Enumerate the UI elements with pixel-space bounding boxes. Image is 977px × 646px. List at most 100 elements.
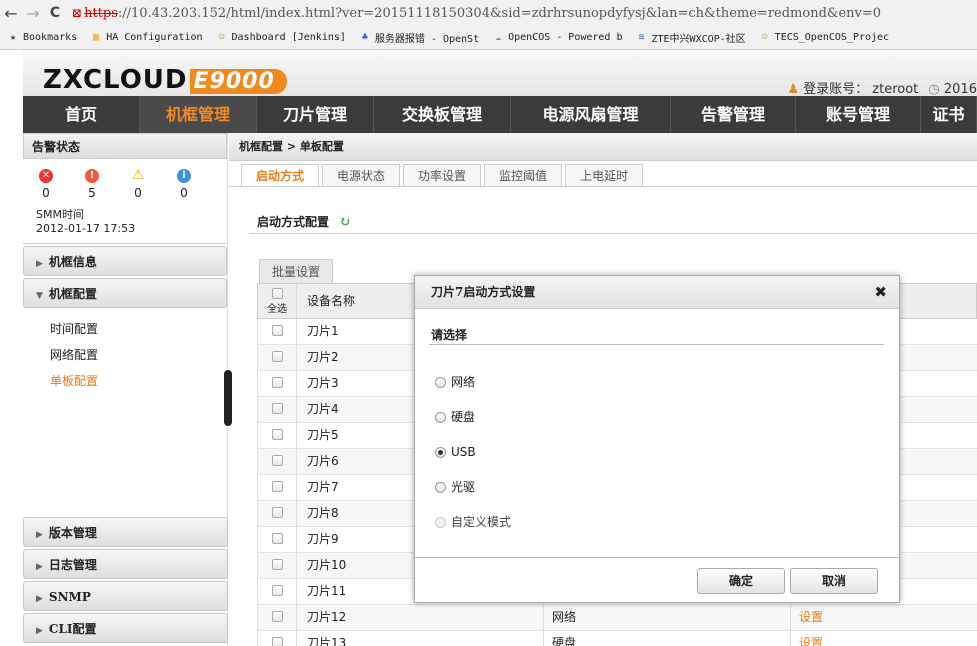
close-icon[interactable]: ✖ [874, 276, 887, 309]
option-label: USB [451, 445, 476, 459]
nav-tab-4[interactable]: 电源风扇管理 [511, 96, 671, 133]
bookmark-item[interactable]: ≋ ZTE中兴WXCOP-社区 [634, 30, 745, 46]
logo-pill: E9000 [189, 69, 287, 94]
alarm-item[interactable]: ! 5 [69, 167, 115, 200]
radio-button [435, 516, 446, 528]
sidebar-item-1[interactable]: 网络配置 [23, 342, 227, 368]
row-checkbox[interactable] [271, 325, 283, 336]
bookmark-item[interactable]: ♣ 服务器报错 - OpenSt [358, 30, 480, 46]
accordion-label: 版本管理 [48, 526, 97, 540]
row-checkbox[interactable] [271, 455, 283, 466]
address-bar[interactable]: ⊠ https ://10.43.203.152/html/index.html… [72, 2, 881, 24]
boot-option-2[interactable]: USB [435, 443, 476, 461]
back-button[interactable]: ← [0, 4, 22, 23]
login-info: ♟ 登录账号： zteroot ◷ 2016 [787, 78, 977, 97]
row-checkbox[interactable] [271, 637, 283, 646]
row-checkbox[interactable] [271, 351, 283, 362]
row-checkbox-cell [258, 579, 297, 604]
smm-time: SMM时间 2012-01-17 17:53 [23, 200, 227, 236]
row-checkbox[interactable] [271, 481, 283, 492]
bookmark-item[interactable]: ▦ HA Configuration [89, 31, 202, 45]
alarm-item[interactable]: i0 [161, 167, 207, 200]
row-checkbox-cell [258, 319, 297, 344]
row-checkbox[interactable] [271, 377, 283, 388]
row-checkbox-cell [258, 423, 297, 448]
bookmark-label: Bookmarks [23, 32, 78, 43]
bookmark-item[interactable]: ☺ Dashboard [Jenkins] [215, 31, 346, 45]
row-checkbox[interactable] [271, 533, 283, 544]
boot-option-0[interactable]: 网络 [435, 373, 475, 391]
row-checkbox[interactable] [271, 585, 283, 596]
jenkins-icon: ☺ [761, 31, 768, 43]
bookmarks-bar: ★ Bookmarks ▦ HA Configuration ☺ Dashboard [J… [0, 26, 977, 50]
accordion-cli[interactable]: ▶ CLI配置 [23, 613, 228, 643]
cloud-icon: ☁ [495, 31, 502, 43]
refresh-icon[interactable]: ↻ [339, 214, 351, 230]
subtab-3[interactable]: 监控阈值 [484, 164, 563, 186]
reload-button[interactable]: C [44, 5, 66, 21]
nav-tab-2[interactable]: 刀片管理 [257, 96, 374, 133]
nav-tab-7[interactable]: 证书 [921, 96, 977, 133]
row-checkbox-cell [258, 553, 297, 578]
accordion-snmp[interactable]: ▶ SNMP [23, 581, 228, 611]
cell-device-name: 刀片12 [297, 605, 544, 630]
alarm-count: 0 [134, 186, 142, 200]
zte-icon: ≋ [638, 31, 645, 43]
set-link[interactable]: 设置 [799, 610, 823, 624]
nav-tab-3[interactable]: 交换板管理 [374, 96, 511, 133]
row-checkbox-cell [258, 397, 297, 422]
accordion-log-mgmt[interactable]: ▶ 日志管理 [23, 549, 228, 579]
accordion-chassis-info[interactable]: ▶ 机框信息 [23, 246, 227, 276]
sidebar-item-2[interactable]: 单板配置 [23, 368, 227, 394]
nav-tab-5[interactable]: 告警管理 [671, 96, 796, 133]
row-checkbox-cell [258, 501, 297, 526]
chevron-down-icon: ▼ [36, 291, 43, 301]
row-checkbox-cell [258, 605, 297, 630]
table-row[interactable]: 刀片12 网络 设置 [257, 605, 977, 631]
row-checkbox-cell [258, 631, 297, 646]
ok-button[interactable]: 确定 [697, 568, 785, 594]
subtab-2[interactable]: 功率设置 [403, 164, 482, 186]
bookmark-item[interactable]: ★ Bookmarks [6, 31, 77, 45]
bookmark-label: 服务器报错 - OpenSt [374, 34, 480, 45]
accordion-version-mgmt[interactable]: ▶ 版本管理 [23, 517, 228, 547]
accordion-chassis-config[interactable]: ▼ 机框配置 [23, 278, 227, 308]
radio-button[interactable] [435, 376, 446, 388]
sidebar-item-0[interactable]: 时间配置 [23, 316, 227, 342]
batch-set-button[interactable]: 批量设置 [259, 259, 334, 283]
cancel-button[interactable]: 取消 [790, 568, 878, 594]
alarm-item[interactable]: ✕ 0 [23, 167, 69, 200]
bookmark-item[interactable]: ☺ TECS_OpenCOS_Projec [758, 31, 889, 45]
forward-button[interactable]: → [22, 4, 44, 23]
subtab-0[interactable]: 启动方式 [241, 164, 320, 186]
nav-tab-6[interactable]: 账号管理 [796, 96, 921, 133]
bug-icon: ♣ [361, 31, 368, 43]
row-checkbox[interactable] [271, 403, 283, 414]
radio-button[interactable] [435, 446, 446, 458]
alarm-item[interactable]: ⚠ 0 [115, 167, 161, 200]
choose-label: 请选择 [431, 328, 468, 342]
jenkins-icon: ☺ [218, 31, 225, 43]
row-checkbox-cell [258, 345, 297, 370]
row-checkbox[interactable] [271, 429, 283, 440]
boot-option-3[interactable]: 光驱 [435, 478, 475, 496]
row-checkbox[interactable] [271, 559, 283, 570]
row-checkbox-cell [258, 449, 297, 474]
subtab-1[interactable]: 电源状态 [322, 164, 401, 186]
nav-tab-0[interactable]: 首页 [23, 96, 140, 133]
bookmark-label: OpenCOS - Powered b [508, 32, 623, 43]
table-row[interactable]: 刀片13 硬盘 设置 [257, 631, 977, 646]
row-checkbox[interactable] [271, 507, 283, 518]
select-all-checkbox[interactable] [271, 288, 283, 299]
radio-button[interactable] [435, 411, 446, 423]
chevron-right-icon: ▶ [36, 259, 43, 269]
row-checkbox-cell [258, 371, 297, 396]
subtab-4[interactable]: 上电延时 [565, 164, 644, 186]
boot-option-1[interactable]: 硬盘 [435, 408, 475, 426]
bookmark-item[interactable]: ☁ OpenCOS - Powered b [491, 31, 622, 45]
radio-button[interactable] [435, 481, 446, 493]
cell-boot-mode: 硬盘 [544, 631, 791, 646]
nav-tab-1[interactable]: 机框管理 [140, 96, 257, 133]
row-checkbox[interactable] [271, 611, 283, 622]
set-link[interactable]: 设置 [799, 636, 823, 646]
